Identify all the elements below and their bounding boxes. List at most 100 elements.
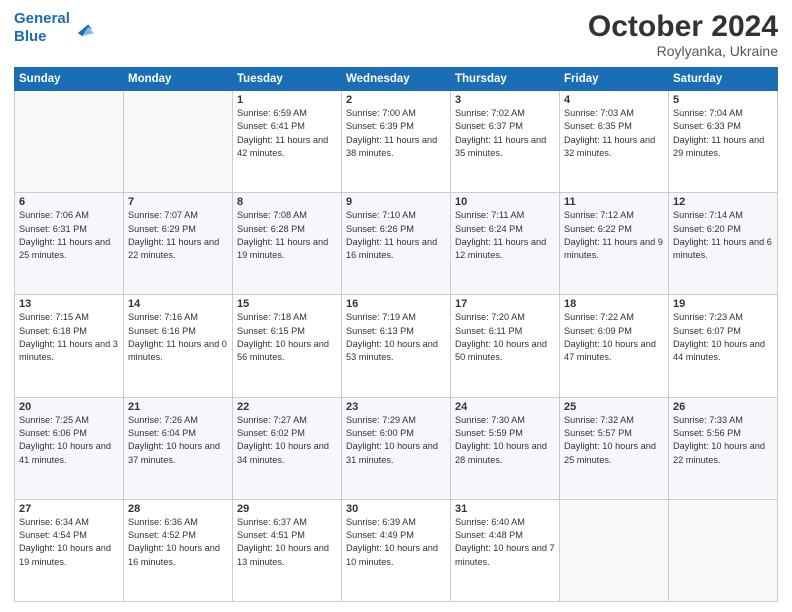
col-friday: Friday xyxy=(560,68,669,91)
sunset-text: Sunset: 6:33 PM xyxy=(673,121,741,131)
day-info: Sunrise: 7:14 AMSunset: 6:20 PMDaylight:… xyxy=(673,209,773,262)
daylight-text: Daylight: 10 hours and 13 minutes. xyxy=(237,543,329,566)
day-number: 9 xyxy=(346,196,446,208)
sunrise-text: Sunrise: 7:07 AM xyxy=(128,210,198,220)
sunset-text: Sunset: 6:37 PM xyxy=(455,121,523,131)
day-info: Sunrise: 6:34 AMSunset: 4:54 PMDaylight:… xyxy=(19,516,119,569)
day-info: Sunrise: 7:03 AMSunset: 6:35 PMDaylight:… xyxy=(564,107,664,160)
table-cell: 13Sunrise: 7:15 AMSunset: 6:18 PMDayligh… xyxy=(15,295,124,397)
table-cell: 19Sunrise: 7:23 AMSunset: 6:07 PMDayligh… xyxy=(669,295,778,397)
sunset-text: Sunset: 6:00 PM xyxy=(346,428,414,438)
sunset-text: Sunset: 6:15 PM xyxy=(237,326,305,336)
daylight-text: Daylight: 10 hours and 44 minutes. xyxy=(673,339,765,362)
week-row-2: 6Sunrise: 7:06 AMSunset: 6:31 PMDaylight… xyxy=(15,193,778,295)
sunrise-text: Sunrise: 7:00 AM xyxy=(346,108,416,118)
table-cell: 5Sunrise: 7:04 AMSunset: 6:33 PMDaylight… xyxy=(669,91,778,193)
day-info: Sunrise: 7:15 AMSunset: 6:18 PMDaylight:… xyxy=(19,311,119,364)
table-cell: 17Sunrise: 7:20 AMSunset: 6:11 PMDayligh… xyxy=(451,295,560,397)
day-info: Sunrise: 6:36 AMSunset: 4:52 PMDaylight:… xyxy=(128,516,228,569)
day-number: 17 xyxy=(455,298,555,310)
daylight-text: Daylight: 10 hours and 53 minutes. xyxy=(346,339,438,362)
day-number: 22 xyxy=(237,401,337,413)
daylight-text: Daylight: 10 hours and 47 minutes. xyxy=(564,339,656,362)
col-tuesday: Tuesday xyxy=(233,68,342,91)
day-info: Sunrise: 6:37 AMSunset: 4:51 PMDaylight:… xyxy=(237,516,337,569)
day-info: Sunrise: 7:12 AMSunset: 6:22 PMDaylight:… xyxy=(564,209,664,262)
day-number: 5 xyxy=(673,94,773,106)
table-cell: 23Sunrise: 7:29 AMSunset: 6:00 PMDayligh… xyxy=(342,397,451,499)
day-info: Sunrise: 6:40 AMSunset: 4:48 PMDaylight:… xyxy=(455,516,555,569)
sunrise-text: Sunrise: 7:20 AM xyxy=(455,312,525,322)
daylight-text: Daylight: 10 hours and 56 minutes. xyxy=(237,339,329,362)
day-number: 26 xyxy=(673,401,773,413)
daylight-text: Daylight: 11 hours and 22 minutes. xyxy=(128,237,219,260)
sunrise-text: Sunrise: 6:37 AM xyxy=(237,517,307,527)
day-info: Sunrise: 7:20 AMSunset: 6:11 PMDaylight:… xyxy=(455,311,555,364)
sunrise-text: Sunrise: 7:12 AM xyxy=(564,210,634,220)
week-row-3: 13Sunrise: 7:15 AMSunset: 6:18 PMDayligh… xyxy=(15,295,778,397)
table-cell: 28Sunrise: 6:36 AMSunset: 4:52 PMDayligh… xyxy=(124,499,233,601)
sunrise-text: Sunrise: 7:02 AM xyxy=(455,108,525,118)
table-cell: 24Sunrise: 7:30 AMSunset: 5:59 PMDayligh… xyxy=(451,397,560,499)
table-cell: 6Sunrise: 7:06 AMSunset: 6:31 PMDaylight… xyxy=(15,193,124,295)
calendar-header-row: Sunday Monday Tuesday Wednesday Thursday… xyxy=(15,68,778,91)
day-info: Sunrise: 7:06 AMSunset: 6:31 PMDaylight:… xyxy=(19,209,119,262)
daylight-text: Daylight: 10 hours and 7 minutes. xyxy=(455,543,555,566)
table-cell: 22Sunrise: 7:27 AMSunset: 6:02 PMDayligh… xyxy=(233,397,342,499)
sunset-text: Sunset: 5:59 PM xyxy=(455,428,523,438)
header: General Blue October 2024 Roylyanka, Ukr… xyxy=(14,10,778,59)
daylight-text: Daylight: 11 hours and 29 minutes. xyxy=(673,135,764,158)
day-number: 3 xyxy=(455,94,555,106)
day-info: Sunrise: 7:07 AMSunset: 6:29 PMDaylight:… xyxy=(128,209,228,262)
sunrise-text: Sunrise: 7:22 AM xyxy=(564,312,634,322)
daylight-text: Daylight: 10 hours and 28 minutes. xyxy=(455,441,547,464)
sunset-text: Sunset: 6:09 PM xyxy=(564,326,632,336)
col-monday: Monday xyxy=(124,68,233,91)
daylight-text: Daylight: 11 hours and 12 minutes. xyxy=(455,237,546,260)
daylight-text: Daylight: 11 hours and 0 minutes. xyxy=(128,339,227,362)
table-cell: 20Sunrise: 7:25 AMSunset: 6:06 PMDayligh… xyxy=(15,397,124,499)
sunset-text: Sunset: 6:20 PM xyxy=(673,224,741,234)
day-info: Sunrise: 7:08 AMSunset: 6:28 PMDaylight:… xyxy=(237,209,337,262)
table-cell xyxy=(124,91,233,193)
sunset-text: Sunset: 6:07 PM xyxy=(673,326,741,336)
sunset-text: Sunset: 6:31 PM xyxy=(19,224,87,234)
daylight-text: Daylight: 11 hours and 19 minutes. xyxy=(237,237,328,260)
sunrise-text: Sunrise: 7:29 AM xyxy=(346,415,416,425)
sunrise-text: Sunrise: 6:40 AM xyxy=(455,517,525,527)
sunrise-text: Sunrise: 7:06 AM xyxy=(19,210,89,220)
day-number: 27 xyxy=(19,503,119,515)
daylight-text: Daylight: 10 hours and 25 minutes. xyxy=(564,441,656,464)
sunrise-text: Sunrise: 7:23 AM xyxy=(673,312,743,322)
page: General Blue October 2024 Roylyanka, Ukr… xyxy=(0,0,792,612)
daylight-text: Daylight: 10 hours and 50 minutes. xyxy=(455,339,547,362)
sunset-text: Sunset: 6:24 PM xyxy=(455,224,523,234)
main-title: October 2024 xyxy=(588,10,778,43)
week-row-5: 27Sunrise: 6:34 AMSunset: 4:54 PMDayligh… xyxy=(15,499,778,601)
day-info: Sunrise: 7:30 AMSunset: 5:59 PMDaylight:… xyxy=(455,414,555,467)
table-cell: 14Sunrise: 7:16 AMSunset: 6:16 PMDayligh… xyxy=(124,295,233,397)
daylight-text: Daylight: 11 hours and 16 minutes. xyxy=(346,237,437,260)
day-info: Sunrise: 7:26 AMSunset: 6:04 PMDaylight:… xyxy=(128,414,228,467)
sunset-text: Sunset: 6:26 PM xyxy=(346,224,414,234)
table-cell: 31Sunrise: 6:40 AMSunset: 4:48 PMDayligh… xyxy=(451,499,560,601)
day-info: Sunrise: 7:18 AMSunset: 6:15 PMDaylight:… xyxy=(237,311,337,364)
table-cell: 4Sunrise: 7:03 AMSunset: 6:35 PMDaylight… xyxy=(560,91,669,193)
day-number: 16 xyxy=(346,298,446,310)
sunset-text: Sunset: 5:56 PM xyxy=(673,428,741,438)
sunset-text: Sunset: 6:18 PM xyxy=(19,326,87,336)
subtitle: Roylyanka, Ukraine xyxy=(588,43,778,59)
day-number: 2 xyxy=(346,94,446,106)
sunrise-text: Sunrise: 6:36 AM xyxy=(128,517,198,527)
sunset-text: Sunset: 6:39 PM xyxy=(346,121,414,131)
table-cell: 16Sunrise: 7:19 AMSunset: 6:13 PMDayligh… xyxy=(342,295,451,397)
sunrise-text: Sunrise: 7:14 AM xyxy=(673,210,743,220)
sunset-text: Sunset: 6:04 PM xyxy=(128,428,196,438)
col-sunday: Sunday xyxy=(15,68,124,91)
table-cell: 15Sunrise: 7:18 AMSunset: 6:15 PMDayligh… xyxy=(233,295,342,397)
sunset-text: Sunset: 6:02 PM xyxy=(237,428,305,438)
table-cell xyxy=(560,499,669,601)
sunrise-text: Sunrise: 7:10 AM xyxy=(346,210,416,220)
table-cell: 29Sunrise: 6:37 AMSunset: 4:51 PMDayligh… xyxy=(233,499,342,601)
day-info: Sunrise: 7:29 AMSunset: 6:00 PMDaylight:… xyxy=(346,414,446,467)
